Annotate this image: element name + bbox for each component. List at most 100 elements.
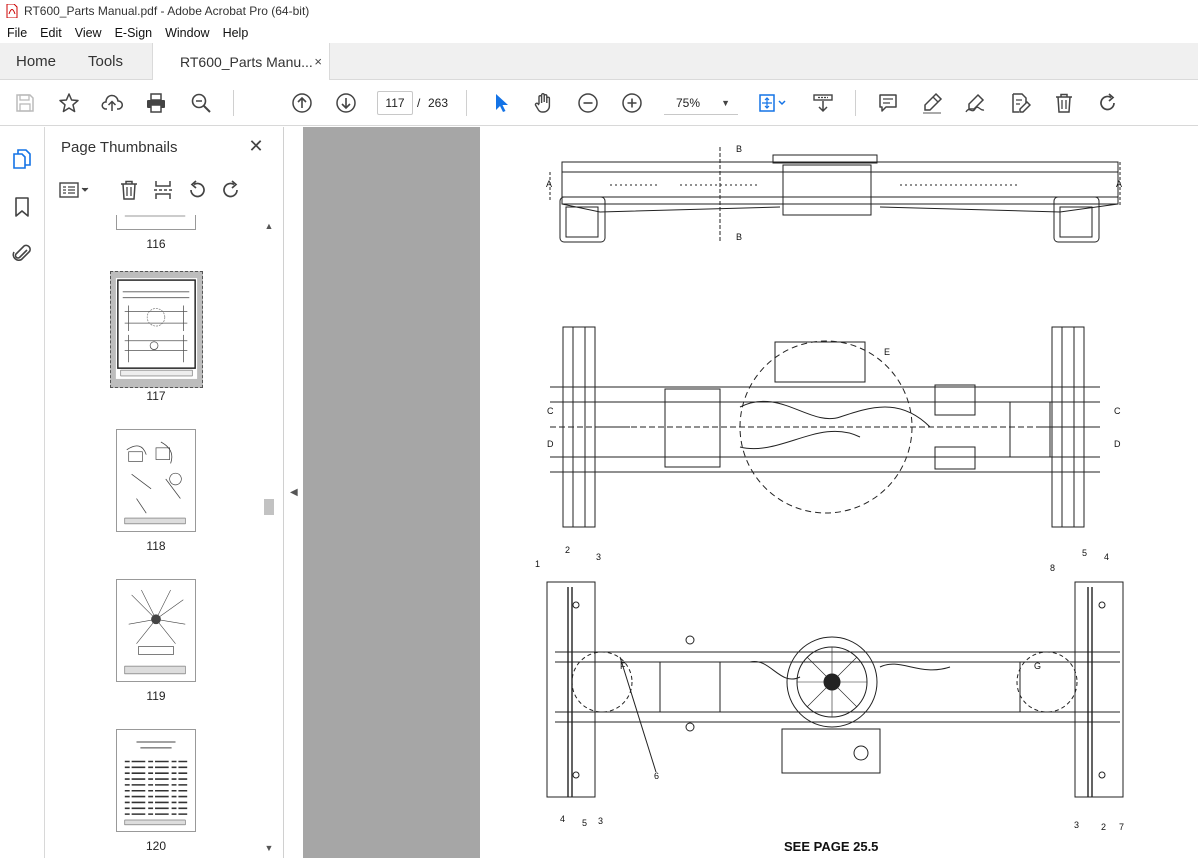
menu-bar: File Edit View E-Sign Window Help <box>0 22 1198 43</box>
callout: E <box>884 347 890 357</box>
callout: B <box>736 232 742 242</box>
toolbar-divider <box>233 90 234 116</box>
sign-icon[interactable] <box>963 91 987 115</box>
chassis-drawing: A A B B C D C D E F G 1 2 3 4 5 3 6 5 4 <box>535 144 1124 832</box>
print-icon[interactable] <box>144 91 168 115</box>
thumbnail-tools <box>58 177 254 203</box>
callout: G <box>1034 661 1041 671</box>
upload-icon[interactable] <box>100 91 124 115</box>
menu-esign[interactable]: E-Sign <box>108 26 159 40</box>
left-navigation-rail <box>0 127 45 858</box>
callout: 1 <box>535 559 540 569</box>
close-icon[interactable]: ✕ <box>246 136 266 157</box>
save-icon[interactable] <box>13 91 37 115</box>
callout: 3 <box>598 816 603 826</box>
page-total: 263 <box>428 96 449 110</box>
options-menu-icon[interactable] <box>58 180 96 200</box>
callout: 4 <box>560 814 565 824</box>
panel-collapse-handle[interactable]: ◀ <box>285 127 303 858</box>
tab-document-label: RT600_Parts Manu... <box>180 54 313 70</box>
callout: B <box>736 144 742 154</box>
zoom-level-select[interactable]: 75% ▼ <box>664 91 738 115</box>
collapse-left-icon: ◀ <box>290 487 298 498</box>
thumbnail-page[interactable] <box>116 215 196 230</box>
zoom-level-value: 75% <box>676 96 701 110</box>
tab-close-icon[interactable]: × <box>314 54 322 69</box>
chevron-down-icon: ▼ <box>721 98 730 108</box>
title-bar: RT600_Parts Manual.pdf - Adobe Acrobat P… <box>0 0 1198 22</box>
edit-pdf-icon[interactable] <box>1008 91 1032 115</box>
zoom-out-icon[interactable] <box>576 91 600 115</box>
page-caption: SEE PAGE 25.5 <box>784 839 879 854</box>
page-thumbnails-panel: Page Thumbnails ✕ 116 117 118 119 120 ▲ … <box>46 127 284 858</box>
page-separator: / <box>417 96 421 110</box>
panel-title: Page Thumbnails <box>61 139 178 156</box>
thumbnail-label: 120 <box>145 839 167 853</box>
callout: 5 <box>1082 548 1087 558</box>
scroll-mode-icon[interactable] <box>811 91 835 115</box>
comment-icon[interactable] <box>876 91 900 115</box>
callout: 7 <box>1119 822 1124 832</box>
tab-home[interactable]: Home <box>16 43 56 80</box>
page-down-icon[interactable] <box>334 91 358 115</box>
page-thumbnails-icon[interactable] <box>10 147 34 171</box>
thumbnail-label: 116 <box>146 237 166 251</box>
scroll-down-icon[interactable]: ▼ <box>262 843 276 853</box>
select-cursor-icon[interactable] <box>489 91 513 115</box>
callout: 8 <box>1050 563 1055 573</box>
toolbar-divider <box>855 90 856 116</box>
rotate-right-icon[interactable] <box>220 179 254 201</box>
scroll-thumb[interactable] <box>264 499 274 515</box>
insert-page-icon[interactable] <box>152 179 186 201</box>
page-up-icon[interactable] <box>290 91 314 115</box>
callout: A <box>1116 179 1122 189</box>
toolbar-divider <box>466 90 467 116</box>
tab-tools[interactable]: Tools <box>88 43 123 80</box>
zoom-search-icon[interactable] <box>189 91 213 115</box>
menu-help[interactable]: Help <box>216 26 255 40</box>
thumbnail-scrollbar[interactable]: ▲ ▼ <box>262 219 276 858</box>
zoom-in-icon[interactable] <box>620 91 644 115</box>
delete-icon[interactable] <box>1052 91 1076 115</box>
delete-page-icon[interactable] <box>118 179 152 201</box>
hand-pan-icon[interactable] <box>532 91 556 115</box>
redo-icon[interactable] <box>1096 91 1120 115</box>
highlight-icon[interactable] <box>920 91 944 115</box>
thumbnail-page-selected[interactable] <box>110 271 203 388</box>
thumbnail-label: 118 <box>146 539 166 553</box>
page-number-input[interactable]: 117 <box>377 91 413 115</box>
callout: 3 <box>1074 820 1079 830</box>
callout: 6 <box>654 771 659 781</box>
thumbnail-page[interactable] <box>116 429 196 532</box>
menu-edit[interactable]: Edit <box>33 26 68 40</box>
thumbnail-page[interactable] <box>116 579 196 682</box>
thumbnail-label: 119 <box>146 689 166 703</box>
callout: 2 <box>1101 822 1106 832</box>
thumbnail-label: 117 <box>146 389 166 403</box>
bookmarks-icon[interactable] <box>10 195 34 219</box>
menu-file[interactable]: File <box>0 26 33 40</box>
thumbnail-list: 116 117 118 119 120 <box>46 215 262 858</box>
thumbnail-page[interactable] <box>116 729 196 832</box>
tab-document[interactable]: RT600_Parts Manu... × <box>152 43 330 81</box>
acrobat-window: RT600_Parts Manual.pdf - Adobe Acrobat P… <box>0 0 1198 858</box>
callout: F <box>620 661 626 671</box>
rotate-left-icon[interactable] <box>186 179 220 201</box>
menu-window[interactable]: Window <box>158 26 215 40</box>
callout: C <box>1114 406 1121 416</box>
callout: A <box>546 179 552 189</box>
bookmark-star-icon[interactable] <box>57 91 81 115</box>
pdf-page: A A B B C D C D E F G 1 2 3 4 5 3 6 5 4 <box>480 127 1198 858</box>
callout: 4 <box>1104 552 1109 562</box>
document-viewer[interactable]: A A B B C D C D E F G 1 2 3 4 5 3 6 5 4 <box>303 127 1198 858</box>
callout: 2 <box>565 545 570 555</box>
scroll-up-icon[interactable]: ▲ <box>262 221 276 231</box>
callout: D <box>547 439 554 449</box>
tab-strip: Home Tools RT600_Parts Manu... × <box>0 43 1198 81</box>
fit-page-icon[interactable] <box>756 91 790 115</box>
callout: D <box>1114 439 1121 449</box>
window-title: RT600_Parts Manual.pdf - Adobe Acrobat P… <box>24 4 310 18</box>
attachments-icon[interactable] <box>10 241 34 265</box>
menu-view[interactable]: View <box>68 26 108 40</box>
toolbar: 117 / 263 75% ▼ <box>0 80 1198 126</box>
